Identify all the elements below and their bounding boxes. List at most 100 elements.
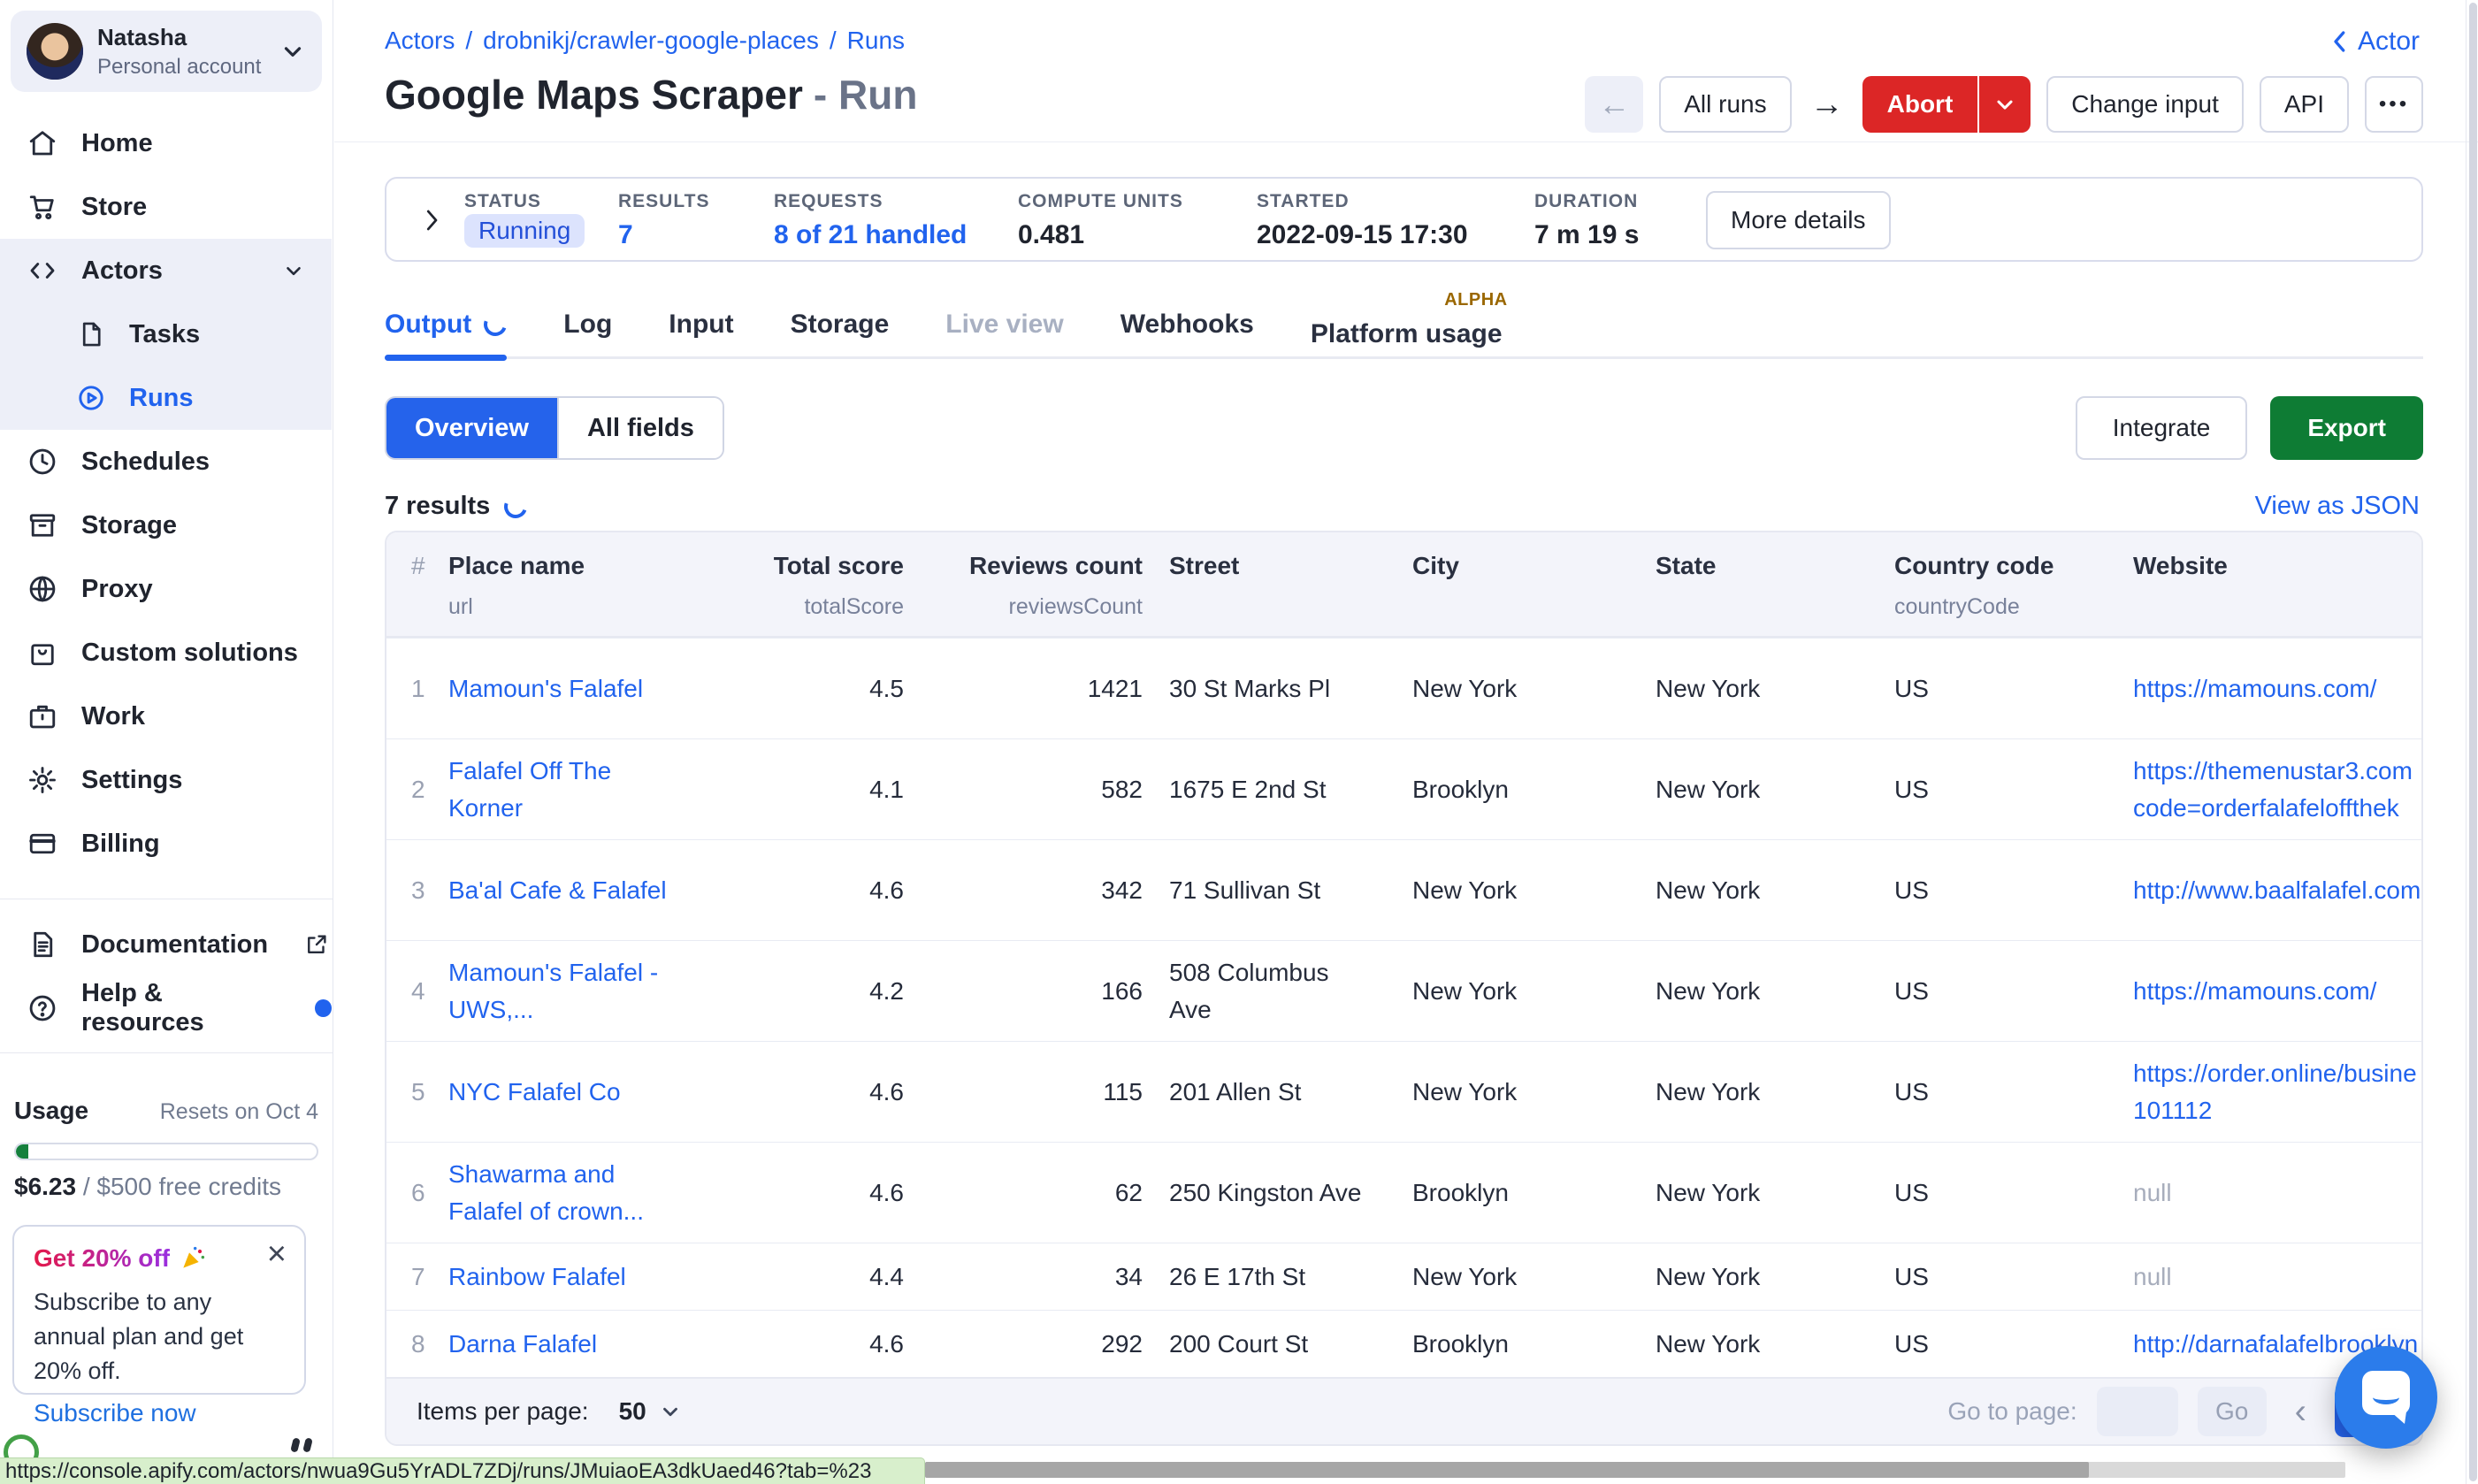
place-link[interactable]: NYC Falafel Co	[448, 1078, 621, 1105]
view-as-json-link[interactable]: View as JSON	[2255, 492, 2420, 521]
previous-run-button[interactable]: ←	[1585, 76, 1643, 133]
abort-split-button: Abort	[1862, 76, 2031, 133]
tab-output[interactable]: Output	[385, 292, 507, 356]
table-footer: Items per page: 50 Go to page: Go ‹ 1	[386, 1377, 2421, 1444]
place-link[interactable]: Darna Falafel	[448, 1330, 597, 1358]
account-name: Natasha	[97, 24, 261, 51]
chevron-left-icon	[2329, 28, 2351, 55]
sidebar-item-runs[interactable]: Runs	[0, 366, 332, 430]
website-link[interactable]: https://themenustar3.com code=orderfalaf…	[2133, 757, 2413, 822]
breadcrumb-actor-name[interactable]: drobnikj/crawler-google-places	[483, 27, 819, 55]
more-details-button[interactable]: More details	[1706, 191, 1891, 249]
abort-button[interactable]: Abort	[1862, 76, 1978, 133]
place-link[interactable]: Falafel Off The Korner	[448, 757, 611, 822]
goto-page-label: Go to page:	[1947, 1397, 2076, 1426]
header-actions: ← All runs → Abort Change input API •••	[1585, 76, 2423, 133]
page-title: Google Maps Scraper- Run	[385, 71, 917, 119]
table-row: 5 NYC Falafel Co 4.6 115 201 Allen St Ne…	[386, 1041, 2421, 1142]
tab-storage[interactable]: Storage	[791, 292, 890, 356]
horizontal-scrollbar[interactable]	[925, 1462, 2345, 1478]
horizontal-scrollbar-thumb[interactable]	[925, 1462, 2089, 1478]
usage-title: Usage	[14, 1097, 88, 1125]
tab-platform-usage[interactable]: ALPHA Platform usage	[1311, 292, 1503, 356]
sidebar-item-custom-solutions[interactable]: Custom solutions	[0, 621, 332, 685]
credit-card-icon	[27, 828, 58, 860]
account-switcher[interactable]: Natasha Personal account	[11, 11, 322, 92]
sidebar-item-tasks[interactable]: Tasks	[0, 302, 332, 366]
previous-page-chevron[interactable]: ‹	[2295, 1394, 2306, 1429]
results-count: 7 results	[385, 492, 527, 521]
place-link[interactable]: Mamoun's Falafel	[448, 675, 643, 702]
sidebar-item-settings[interactable]: Settings	[0, 748, 332, 812]
tab-input[interactable]: Input	[669, 292, 733, 356]
run-tabs: Output Log Input Storage Live view Webho…	[385, 292, 2423, 359]
account-type: Personal account	[97, 55, 261, 80]
breadcrumb-actors[interactable]: Actors	[385, 27, 455, 55]
sidebar-item-billing[interactable]: Billing	[0, 812, 332, 876]
sidebar-item-home[interactable]: Home	[0, 111, 332, 175]
globe-icon	[27, 573, 58, 605]
breadcrumb-runs[interactable]: Runs	[847, 27, 905, 55]
place-link[interactable]: Mamoun's Falafel - UWS,...	[448, 959, 658, 1023]
promo-card: Get 20% off × Subscribe to any annual pl…	[12, 1225, 306, 1395]
stat-requests: REQUESTS 8 of 21 handled	[774, 191, 967, 250]
sidebar-item-help-resources[interactable]: Help & resources	[0, 976, 332, 1040]
avatar	[27, 23, 83, 80]
website-link[interactable]: https://mamouns.com/	[2133, 675, 2376, 702]
party-popper-icon	[179, 1244, 207, 1273]
briefcase-icon	[27, 700, 58, 732]
page-size-select[interactable]: 50	[619, 1397, 682, 1426]
sidebar-item-work[interactable]: Work	[0, 685, 332, 748]
website-link[interactable]: https://mamouns.com/	[2133, 977, 2376, 1005]
api-button[interactable]: API	[2260, 76, 2349, 133]
all-runs-button[interactable]: All runs	[1659, 76, 1791, 133]
tab-live-view[interactable]: Live view	[945, 292, 1063, 356]
sidebar-item-actors[interactable]: Actors	[0, 239, 332, 302]
tab-log[interactable]: Log	[563, 292, 612, 356]
sidebar-item-proxy[interactable]: Proxy	[0, 557, 332, 621]
goto-page-input[interactable]	[2097, 1387, 2178, 1436]
vertical-scrollbar-thumb[interactable]	[2469, 3, 2477, 1481]
actors-section: Actors Tasks Runs	[0, 239, 332, 430]
sidebar: Natasha Personal account Home Store Acto…	[0, 0, 333, 1484]
clock-icon	[27, 446, 58, 478]
more-options-button[interactable]: •••	[2365, 76, 2423, 133]
table-row: 8 Darna Falafel 4.6 292 200 Court St Bro…	[386, 1310, 2421, 1377]
place-link[interactable]: Rainbow Falafel	[448, 1263, 626, 1290]
website-link[interactable]: https://order.online/busine 101112	[2133, 1059, 2417, 1124]
all-fields-toggle[interactable]: All fields	[557, 398, 723, 458]
table-row: 6 Shawarma and Falafel of crown... 4.6 6…	[386, 1142, 2421, 1243]
place-link[interactable]: Ba'al Cafe & Falafel	[448, 876, 667, 904]
chevron-down-icon	[282, 259, 305, 282]
sidebar-nav: Home Store Actors Tasks Runs Schedules	[0, 111, 332, 876]
sidebar-divider	[0, 1052, 333, 1053]
cart-icon	[27, 191, 58, 223]
abort-dropdown-button[interactable]	[1979, 76, 2031, 133]
export-button[interactable]: Export	[2270, 396, 2423, 460]
go-button[interactable]: Go	[2198, 1387, 2267, 1436]
table-row: 7 Rainbow Falafel 4.4 34 26 E 17th St Ne…	[386, 1243, 2421, 1310]
integrate-button[interactable]: Integrate	[2076, 396, 2248, 460]
sidebar-item-schedules[interactable]: Schedules	[0, 430, 332, 493]
tab-webhooks[interactable]: Webhooks	[1120, 292, 1254, 356]
close-icon[interactable]: ×	[267, 1237, 287, 1271]
expand-chevron-icon[interactable]	[420, 207, 443, 233]
subscribe-now-link[interactable]: Subscribe now	[34, 1399, 285, 1427]
website-link[interactable]: http://www.baalfalafel.com	[2133, 876, 2421, 904]
items-per-page-label: Items per page:	[417, 1397, 589, 1426]
chat-widget-button[interactable]	[2335, 1346, 2437, 1449]
table-row: 2 Falafel Off The Korner 4.1 582 1675 E …	[386, 738, 2421, 839]
place-link[interactable]: Shawarma and Falafel of crown...	[448, 1160, 644, 1225]
actor-back-link[interactable]: Actor	[2329, 27, 2420, 57]
change-input-button[interactable]: Change input	[2046, 76, 2244, 133]
sidebar-item-documentation[interactable]: Documentation	[0, 913, 332, 976]
stat-duration: DURATION 7 m 19 s	[1534, 191, 1639, 250]
external-link-icon	[303, 931, 330, 958]
vertical-scrollbar[interactable]	[2466, 0, 2478, 1484]
next-run-button[interactable]: →	[1808, 86, 1847, 124]
sidebar-item-store[interactable]: Store	[0, 175, 332, 239]
sidebar-item-storage[interactable]: Storage	[0, 493, 332, 557]
status-badge: Running	[464, 214, 585, 248]
usage-progress-fill	[16, 1144, 28, 1159]
overview-toggle[interactable]: Overview	[386, 398, 557, 458]
